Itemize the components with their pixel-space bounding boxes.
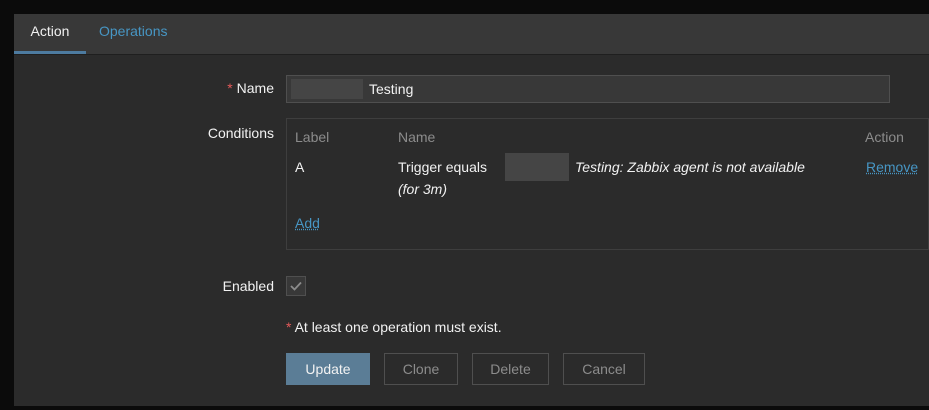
required-asterisk: * [227,80,237,96]
clone-button[interactable]: Clone [384,353,458,385]
tab-operations[interactable]: Operations [99,14,167,54]
cancel-button[interactable]: Cancel [563,353,645,385]
operation-required-note: * At least one operation must exist. [286,319,502,335]
delete-button[interactable]: Delete [472,353,549,385]
header-label: Label [295,129,330,145]
checkmark-icon [290,281,302,291]
condition-label: A [295,159,305,175]
condition-name-prefix: Trigger equals [398,159,487,175]
name-input[interactable]: Testing [286,75,890,103]
tab-bar: Action Operations [14,14,929,55]
header-name: Name [398,129,436,145]
update-button[interactable]: Update [286,353,370,385]
conditions-table: Label Name Action A Trigger equals Testi… [286,118,929,250]
name-value: Testing [369,81,414,97]
conditions-label: Conditions [207,125,274,141]
redacted-block [291,79,363,99]
tab-action[interactable]: Action [14,14,86,54]
required-asterisk: * [286,319,295,335]
header-action: Action [865,129,904,145]
enabled-checkbox[interactable] [286,276,306,296]
add-condition-link[interactable]: Add [295,215,320,231]
redacted-block [505,153,569,181]
action-form-frame: Action Operations * Name Testing Conditi… [14,14,929,406]
condition-name-duration: (for 3m) [398,181,447,197]
enabled-label: Enabled [222,278,274,294]
condition-name-trigger: Testing: Zabbix agent is not available [575,159,805,175]
name-label: * Name [227,80,274,96]
remove-condition-link[interactable]: Remove [866,159,918,175]
